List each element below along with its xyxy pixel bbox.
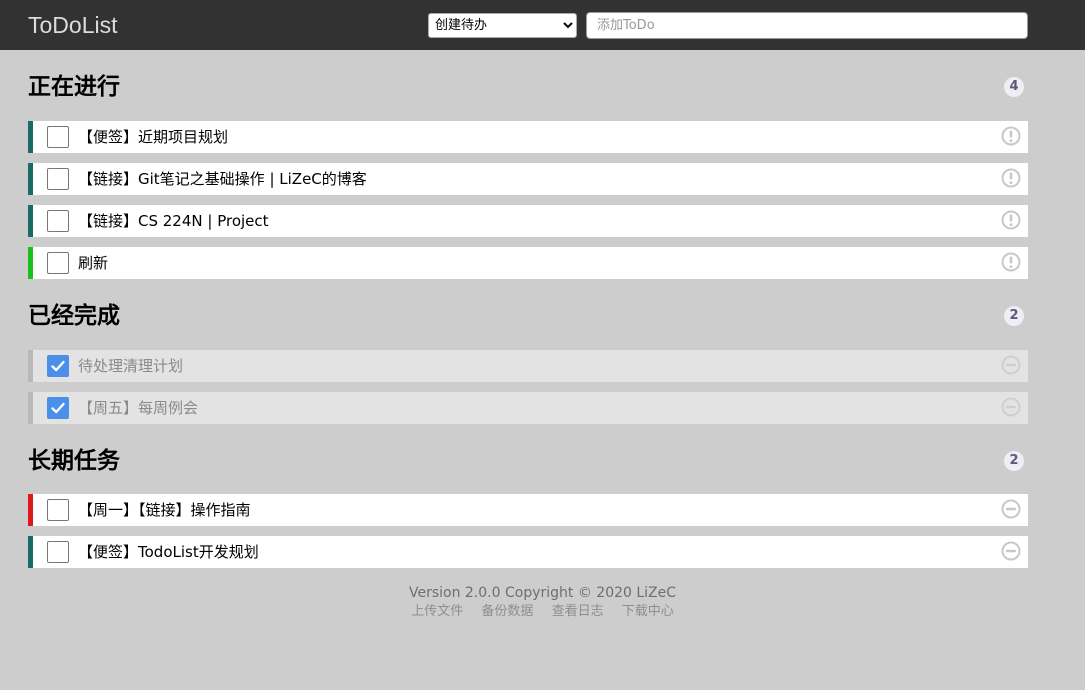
todo-text: 【周一】【链接】操作指南 (78, 501, 251, 519)
backup-data-link[interactable]: 备份数据 (481, 604, 533, 619)
todo-checkbox[interactable] (47, 210, 69, 232)
todo-text: 【链接】CS 224N | Project (78, 212, 269, 230)
todo-text: 待处理清理计划 (78, 357, 184, 375)
section-title: 长期任务 (28, 448, 120, 474)
checkmark-icon (51, 402, 65, 414)
app-header: ToDoList 创建待办 (0, 0, 1085, 50)
exclamation-circle-icon[interactable] (1001, 126, 1021, 146)
section-long-term: 长期任务 2 【周一】【链接】操作指南 【便签】TodoList开发规划 (28, 444, 1028, 578)
section-in-progress: 正在进行 4 【便签】近期项目规划 【链接】Git笔记之基础操作 | LiZeC… (28, 70, 1028, 289)
section-title: 正在进行 (28, 74, 120, 100)
minus-circle-icon[interactable] (1001, 541, 1021, 561)
exclamation-circle-icon[interactable] (1001, 252, 1021, 272)
todo-item[interactable]: 待处理清理计划 (28, 350, 1028, 382)
page-footer: Version 2.0.0 Copyright © 2020 LiZeC 上传文… (0, 584, 1085, 620)
todo-checkbox[interactable] (47, 541, 69, 563)
todo-list: 待处理清理计划 【周五】每周例会 (28, 350, 1028, 424)
download-center-link[interactable]: 下载中心 (622, 604, 674, 619)
todo-item[interactable]: 【周五】每周例会 (28, 392, 1028, 424)
add-todo-input[interactable] (586, 12, 1028, 39)
todo-item[interactable]: 【链接】Git笔记之基础操作 | LiZeC的博客 (28, 163, 1028, 195)
count-badge: 2 (1004, 451, 1024, 471)
section-header: 正在进行 4 (28, 70, 1028, 104)
count-badge: 2 (1004, 306, 1024, 326)
todo-item[interactable]: 【便签】TodoList开发规划 (28, 536, 1028, 568)
section-completed: 已经完成 2 待处理清理计划 【周五】每周例会 (28, 299, 1028, 434)
todo-checkbox[interactable] (47, 168, 69, 190)
upload-file-link[interactable]: 上传文件 (411, 604, 463, 619)
checkmark-icon (51, 360, 65, 372)
minus-circle-icon[interactable] (1001, 397, 1021, 417)
exclamation-circle-icon[interactable] (1001, 168, 1021, 188)
todo-text: 【链接】Git笔记之基础操作 | LiZeC的博客 (78, 170, 367, 188)
section-header: 长期任务 2 (28, 444, 1028, 478)
section-header: 已经完成 2 (28, 299, 1028, 333)
view-log-link[interactable]: 查看日志 (552, 604, 604, 619)
todo-checkbox[interactable] (47, 126, 69, 148)
todo-item[interactable]: 刷新 (28, 247, 1028, 279)
section-title: 已经完成 (28, 303, 120, 329)
count-badge: 4 (1004, 77, 1024, 97)
app-title: ToDoList (28, 12, 118, 38)
todo-text: 刷新 (78, 254, 109, 272)
todo-text: 【便签】近期项目规划 (78, 128, 229, 146)
todo-checkbox-checked[interactable] (47, 355, 69, 377)
todo-text: 【便签】TodoList开发规划 (78, 543, 259, 561)
todo-checkbox[interactable] (47, 252, 69, 274)
todo-checkbox[interactable] (47, 499, 69, 521)
todo-item[interactable]: 【周一】【链接】操作指南 (28, 494, 1028, 526)
todo-list: 【周一】【链接】操作指南 【便签】TodoList开发规划 (28, 494, 1028, 568)
todo-type-select[interactable]: 创建待办 (428, 13, 577, 38)
todo-item[interactable]: 【链接】CS 224N | Project (28, 205, 1028, 237)
todo-list: 【便签】近期项目规划 【链接】Git笔记之基础操作 | LiZeC的博客 【链接… (28, 121, 1028, 279)
todo-item[interactable]: 【便签】近期项目规划 (28, 121, 1028, 153)
version-text: Version 2.0.0 Copyright © 2020 LiZeC (408, 585, 677, 601)
minus-circle-icon[interactable] (1001, 499, 1021, 519)
exclamation-circle-icon[interactable] (1001, 210, 1021, 230)
todo-text: 【周五】每周例会 (78, 399, 199, 417)
todo-checkbox-checked[interactable] (47, 397, 69, 419)
minus-circle-icon[interactable] (1001, 355, 1021, 375)
footer-links: 上传文件 备份数据 查看日志 下载中心 (0, 604, 1085, 620)
